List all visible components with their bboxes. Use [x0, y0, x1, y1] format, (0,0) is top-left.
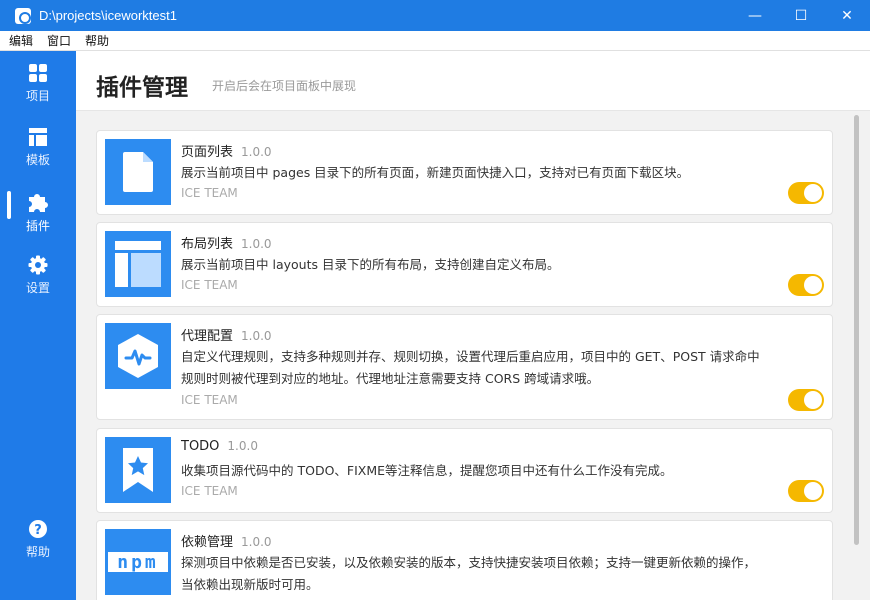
plugin-card-proxy: 代理配置 1.0.0 自定义代理规则，支持多种规则并存、规则切换，设置代理后重启应… [96, 314, 833, 420]
puzzle-icon [29, 194, 48, 212]
plugin-name: TODO [181, 439, 220, 454]
plugin-author: ICE TEAM [181, 484, 238, 498]
sidebar-item-projects[interactable]: 项目 [0, 63, 76, 119]
main-content: 插件管理 开启后会在项目面板中展现 页面列表 1.0.0 展示当前项目中 page… [76, 51, 870, 600]
plugin-name: 页面列表 [181, 145, 234, 160]
question-icon: ? [29, 520, 47, 538]
window-title: D:\projects\iceworktest1 [39, 8, 177, 23]
close-button[interactable]: ✕ [824, 0, 870, 31]
sidebar-item-help[interactable]: ? 帮助 [0, 519, 76, 575]
plugin-version: 1.0.0 [241, 535, 272, 549]
layout-icon [29, 128, 47, 146]
sidebar-item-label: 设置 [25, 281, 50, 295]
menu-bar: 编辑 窗口 帮助 [0, 31, 870, 51]
plugin-description-line: 展示当前项目中 pages 目录下的所有页面，新建页面快捷入口，支持对已有页面下… [181, 165, 690, 180]
plugin-title: 布局列表 1.0.0 [181, 233, 272, 252]
plugin-description: 展示当前项目中 pages 目录下的所有页面，新建页面快捷入口，支持对已有页面下… [181, 162, 826, 184]
plugin-version: 1.0.0 [241, 237, 272, 251]
plugin-description-line: 收集项目源代码中的 TODO、FIXME等注释信息，提醒您项目中还有什么工作没有… [181, 463, 673, 478]
gear-icon [28, 255, 48, 275]
proxy-icon [105, 323, 171, 389]
plugin-description-line: 自定义代理规则，支持多种规则并存、规则切换，设置代理后重启应用，项目中的 GET… [181, 349, 760, 364]
plugin-card-layouts: 布局列表 1.0.0 展示当前项目中 layouts 目录下的所有布局，支持创建自… [96, 222, 833, 307]
toggle-knob [804, 276, 822, 294]
plugin-toggle[interactable] [788, 389, 824, 411]
sidebar-item-label: 模板 [25, 153, 50, 167]
window-controls: — ☐ ✕ [732, 0, 870, 31]
plugin-author: ICE TEAM [181, 393, 238, 407]
plugin-card-dependencies: npm 依赖管理 1.0.0 探测项目中依赖是否已安装，以及依赖安装的版本，支持快… [96, 520, 833, 600]
page-title: 插件管理 [96, 75, 188, 101]
plugin-name: 依赖管理 [181, 535, 234, 550]
plugin-description: 探测项目中依赖是否已安装，以及依赖安装的版本，支持快捷安装项目依赖；支持一键更新… [181, 552, 826, 596]
plugin-toggle[interactable] [788, 274, 824, 296]
title-bar: D:\projects\iceworktest1 — ☐ ✕ [0, 0, 870, 31]
plugin-title: 页面列表 1.0.0 [181, 141, 272, 160]
npm-logo-text: npm [117, 551, 159, 573]
plugin-card-todo: TODO 1.0.0 收集项目源代码中的 TODO、FIXME等注释信息，提醒您项… [96, 428, 833, 513]
plugin-title: 代理配置 1.0.0 [181, 325, 272, 344]
npm-logo: npm [108, 551, 168, 573]
sidebar-item-plugins[interactable]: 插件 [0, 191, 76, 247]
minimize-button[interactable]: — [732, 0, 778, 31]
plugin-toggle[interactable] [788, 480, 824, 502]
maximize-button[interactable]: ☐ [778, 0, 824, 31]
bookmark-star-icon [105, 437, 171, 503]
scrollbar-thumb[interactable] [854, 115, 859, 545]
sidebar-item-templates[interactable]: 模板 [0, 127, 76, 183]
plugin-title: 依赖管理 1.0.0 [181, 531, 272, 550]
plugin-description-line: 规则时则被代理到对应的地址。代理地址注意需要支持 CORS 跨域请求哦。 [181, 371, 600, 386]
menu-edit[interactable]: 编辑 [0, 32, 38, 49]
npm-icon: npm [105, 529, 171, 595]
grid-icon [29, 64, 47, 82]
plugin-name: 代理配置 [181, 329, 234, 344]
sidebar-item-settings[interactable]: 设置 [0, 255, 76, 311]
layout-icon [105, 231, 171, 297]
sidebar: 项目 模板 插件 设置 ? 帮助 [0, 51, 76, 600]
toggle-knob [804, 482, 822, 500]
sidebar-item-label: 项目 [25, 89, 50, 103]
page-subtitle: 开启后会在项目面板中展现 [212, 79, 357, 93]
svg-text:?: ? [34, 523, 42, 538]
page-header: 插件管理 开启后会在项目面板中展现 [76, 51, 870, 111]
app-logo-icon [15, 7, 31, 24]
toggle-knob [804, 184, 822, 202]
plugin-description-line: 当依赖出现新版时可用。 [181, 577, 319, 592]
plugin-version: 1.0.0 [227, 439, 258, 453]
plugin-description-line: 探测项目中依赖是否已安装，以及依赖安装的版本，支持快捷安装项目依赖；支持一键更新… [181, 555, 757, 570]
toggle-knob [804, 391, 822, 409]
plugin-description: 收集项目源代码中的 TODO、FIXME等注释信息，提醒您项目中还有什么工作没有… [181, 460, 826, 482]
sidebar-item-label: 插件 [25, 219, 50, 233]
page-icon [105, 139, 171, 205]
plugin-description: 展示当前项目中 layouts 目录下的所有布局，支持创建自定义布局。 [181, 254, 826, 276]
plugin-description-line: 展示当前项目中 layouts 目录下的所有布局，支持创建自定义布局。 [181, 257, 560, 272]
plugin-author: ICE TEAM [181, 186, 238, 200]
plugin-author: ICE TEAM [181, 278, 238, 292]
sidebar-item-label: 帮助 [25, 545, 50, 559]
plugin-version: 1.0.0 [241, 329, 272, 343]
plugin-description: 自定义代理规则，支持多种规则并存、规则切换，设置代理后重启应用，项目中的 GET… [181, 346, 826, 390]
menu-window[interactable]: 窗口 [38, 32, 76, 49]
plugin-toggle[interactable] [788, 182, 824, 204]
plugin-name: 布局列表 [181, 237, 234, 252]
scrollbar[interactable] [852, 113, 860, 600]
menu-help[interactable]: 帮助 [76, 32, 114, 49]
plugin-version: 1.0.0 [241, 145, 272, 159]
plugin-title: TODO 1.0.0 [181, 439, 258, 454]
plugin-card-pages: 页面列表 1.0.0 展示当前项目中 pages 目录下的所有页面，新建页面快捷入… [96, 130, 833, 215]
